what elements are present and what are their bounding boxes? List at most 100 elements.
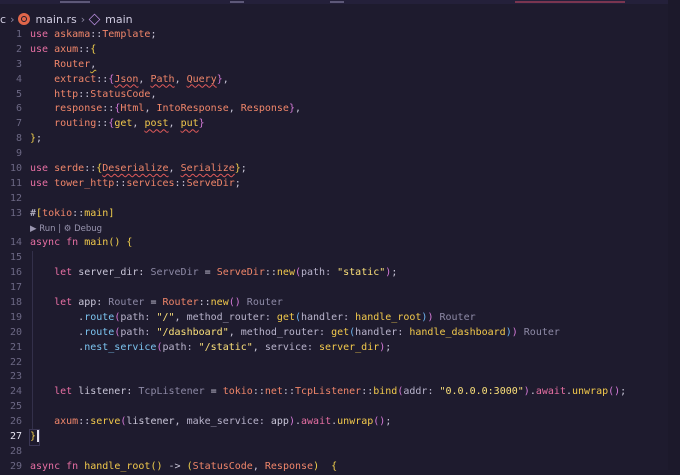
code-token: :: bbox=[84, 163, 97, 175]
code-token: :: bbox=[96, 118, 109, 130]
code-line[interactable]: 22 bbox=[0, 355, 680, 371]
code-line[interactable]: 10 use serde::{Deserialize, Serialize}; bbox=[0, 162, 680, 177]
code-lens-row[interactable]: ▶ Run | ⚙ Debug bbox=[0, 222, 680, 237]
code-token: "0.0.0.0:3000" bbox=[439, 386, 524, 398]
code-token: use bbox=[30, 29, 49, 40]
code-token: :: bbox=[114, 177, 127, 189]
code-token: listener bbox=[126, 416, 175, 428]
code-area[interactable]: 1 use askama::Template; 2 use axum::{3 Rout… bbox=[0, 28, 680, 475]
code-token: server_dir bbox=[319, 341, 380, 353]
code-token: "static" bbox=[337, 267, 386, 279]
breadcrumb-file[interactable]: main.rs bbox=[18, 13, 77, 26]
code-token: route bbox=[84, 326, 115, 338]
code-line[interactable]: 19 .route(path: "/", method_router: get(… bbox=[0, 310, 680, 326]
line-number: 18 bbox=[9, 297, 22, 309]
code-line[interactable]: 18 let app: Router = Router::new() Route… bbox=[0, 296, 680, 311]
code-token: , bbox=[132, 118, 145, 130]
code-token: path: bbox=[120, 326, 157, 338]
code-token: , bbox=[174, 73, 187, 85]
line-number: 6 bbox=[15, 103, 22, 115]
code-line[interactable]: 5 http::StatusCode, bbox=[0, 88, 680, 103]
breadcrumb-folder[interactable]: c bbox=[0, 13, 6, 26]
code-token: app bbox=[78, 297, 97, 309]
code-line[interactable]: 17 bbox=[0, 281, 680, 297]
breadcrumb-symbol[interactable]: main bbox=[88, 13, 133, 26]
code-token: nest_service bbox=[84, 341, 157, 353]
line-number: 20 bbox=[9, 326, 22, 338]
code-token: , bbox=[138, 73, 151, 85]
code-token: TcpListener bbox=[294, 386, 362, 398]
code-token: Router bbox=[439, 311, 476, 323]
code-line[interactable]: 24 let listener: TcpListener = tokio::ne… bbox=[0, 385, 680, 401]
code-token: async bbox=[30, 460, 61, 472]
code-token: put bbox=[180, 118, 199, 130]
code-line[interactable]: 21 .nest_service(path: "/static", servic… bbox=[0, 340, 680, 356]
code-token: () bbox=[150, 460, 163, 472]
line-number: 14 bbox=[9, 237, 22, 249]
code-token: http bbox=[54, 88, 79, 100]
text-caret bbox=[37, 430, 39, 443]
code-token: serve bbox=[90, 416, 121, 428]
code-token: , bbox=[222, 73, 229, 85]
code-editor[interactable]: c › main.rs › main 1 use askama::Template… bbox=[0, 0, 680, 472]
code-line[interactable]: 15 bbox=[0, 251, 680, 267]
chevron-right-icon: › bbox=[80, 12, 86, 26]
code-line[interactable]: 11 use tower_http::services::ServeDir; bbox=[0, 177, 680, 192]
code-token: let bbox=[54, 386, 73, 398]
code-token: ; bbox=[391, 267, 398, 279]
line-content: async fn handle_root() -> (StatusCode, R… bbox=[30, 460, 337, 475]
code-token: server_dir bbox=[78, 267, 139, 279]
code-line[interactable]: 8}; bbox=[0, 132, 680, 147]
code-line[interactable]: 25 bbox=[0, 400, 680, 416]
code-line[interactable]: 9 bbox=[0, 147, 680, 162]
code-line[interactable]: 14 async fn main() { bbox=[0, 236, 680, 251]
code-token: use bbox=[30, 163, 49, 175]
code-token: services bbox=[126, 177, 175, 189]
code-lens[interactable]: ▶ Run | ⚙ Debug bbox=[30, 222, 102, 237]
code-token: get bbox=[276, 311, 295, 323]
code-token: = bbox=[204, 386, 223, 398]
rust-file-icon bbox=[18, 13, 31, 25]
code-line[interactable]: 29 async fn handle_root() -> (StatusCode,… bbox=[0, 460, 680, 475]
line-content: let server_dir: ServeDir = ServeDir::new… bbox=[30, 266, 397, 281]
code-line[interactable]: 4 extract::{Json, Path, Query}, bbox=[0, 73, 680, 88]
vertical-scrollbar[interactable] bbox=[668, 0, 680, 470]
line-number: 8 bbox=[15, 133, 22, 145]
code-token: Router bbox=[108, 297, 145, 309]
code-token: extract bbox=[54, 73, 97, 85]
code-token: "/" bbox=[156, 311, 175, 323]
code-line[interactable]: 23 bbox=[0, 370, 680, 386]
line-number: 7 bbox=[15, 118, 22, 130]
line-content: axum::serve(listener, make_service: app)… bbox=[30, 415, 391, 430]
code-line[interactable]: 2 use axum::{ bbox=[0, 43, 680, 58]
code-token: "/static" bbox=[198, 341, 253, 353]
code-line[interactable]: 16 let server_dir: ServeDir = ServeDir::… bbox=[0, 266, 680, 282]
indent-guide bbox=[32, 340, 33, 356]
code-token: , bbox=[228, 326, 241, 338]
code-line[interactable]: 26 axum::serve(listener, make_service: a… bbox=[0, 415, 680, 431]
code-token: : bbox=[96, 297, 109, 309]
code-line[interactable]: 1 use askama::Template; bbox=[0, 28, 680, 43]
code-token: ServeDir bbox=[216, 267, 265, 279]
code-line[interactable]: 20 .route(path: "/dashboard", method_rou… bbox=[0, 325, 680, 341]
tab-fragment bbox=[330, 1, 344, 3]
code-line[interactable]: 12 bbox=[0, 192, 680, 207]
code-line[interactable]: 7 routing::{get, post, put} bbox=[0, 117, 680, 132]
code-line[interactable]: 3 Router, bbox=[0, 58, 680, 73]
code-token: Response bbox=[264, 460, 314, 472]
code-token: :: bbox=[198, 297, 211, 309]
code-token: :: bbox=[252, 386, 265, 398]
code-line[interactable]: 27} bbox=[0, 429, 680, 446]
code-token: Response bbox=[240, 103, 289, 115]
code-line[interactable]: 28 bbox=[0, 445, 680, 460]
code-line[interactable]: 13 #[tokio::main] bbox=[0, 207, 680, 222]
line-content: Router, bbox=[30, 58, 96, 73]
code-line[interactable]: 6 response::{Html, IntoResponse, Respons… bbox=[0, 102, 680, 117]
code-token: tower_http bbox=[54, 177, 115, 189]
